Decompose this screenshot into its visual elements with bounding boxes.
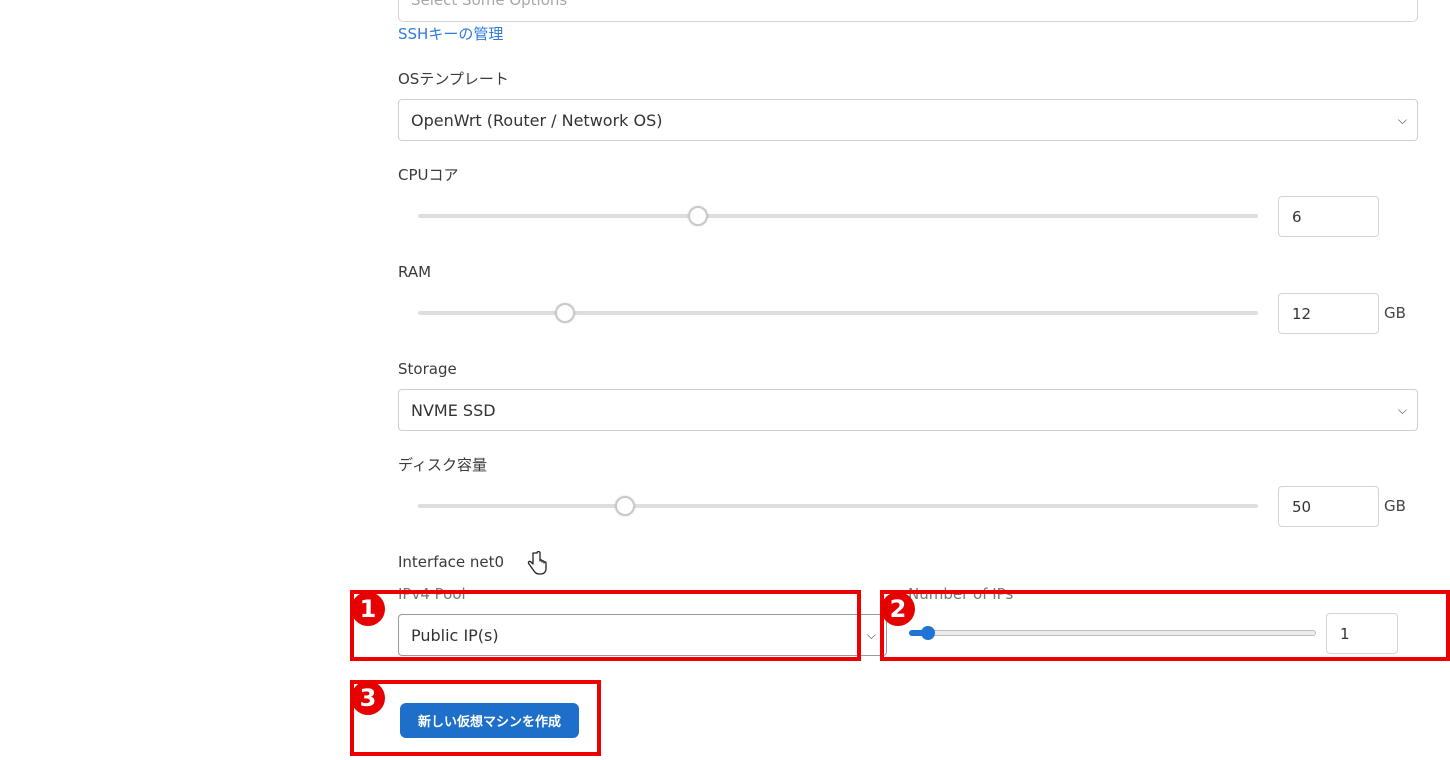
disk-input-value: 50: [1292, 497, 1312, 516]
annotation-badge-3: 3: [351, 681, 385, 715]
ssh-key-placeholder: Select Some Options: [411, 0, 568, 9]
ram-slider-track[interactable]: [418, 311, 1258, 315]
annotation-box-1: [350, 590, 861, 661]
os-template-value: OpenWrt (Router / Network OS): [411, 110, 663, 130]
ram-input-value: 12: [1292, 304, 1312, 323]
hand-cursor-icon: [527, 551, 547, 575]
ssh-key-multiselect[interactable]: Select Some Options: [398, 0, 1418, 22]
chevron-down-icon: ⌵: [1397, 112, 1407, 127]
storage-label: Storage: [398, 360, 457, 378]
disk-unit: GB: [1384, 497, 1406, 515]
interface-label: Interface net0: [398, 553, 505, 571]
cpu-input-value: 6: [1292, 207, 1302, 226]
disk-slider-thumb[interactable]: [615, 496, 635, 516]
ram-unit: GB: [1384, 304, 1406, 322]
os-template-label: OSテンプレート: [398, 70, 509, 88]
disk-input[interactable]: 50: [1278, 486, 1379, 527]
disk-label: ディスク容量: [398, 456, 487, 474]
chevron-down-icon: ⌵: [866, 627, 876, 642]
ram-slider-thumb[interactable]: [555, 303, 575, 323]
storage-select[interactable]: NVME SSD ⌵: [398, 389, 1418, 431]
annotation-box-3: [350, 680, 601, 756]
ram-label: RAM: [398, 263, 432, 281]
cpu-label: CPUコア: [398, 166, 459, 184]
storage-value: NVME SSD: [411, 400, 496, 420]
annotation-badge-1: 1: [351, 592, 385, 626]
ram-input[interactable]: 12: [1278, 293, 1379, 334]
cpu-input[interactable]: 6: [1278, 196, 1379, 237]
cpu-slider-thumb[interactable]: [688, 206, 708, 226]
annotation-box-2: [880, 590, 1450, 661]
chevron-down-icon: ⌵: [1397, 402, 1407, 417]
annotation-badge-2: 2: [881, 592, 915, 626]
cpu-slider-track[interactable]: [418, 214, 1258, 218]
ssh-key-manage-link[interactable]: SSHキーの管理: [398, 24, 503, 44]
os-template-select[interactable]: OpenWrt (Router / Network OS) ⌵: [398, 99, 1418, 141]
disk-slider-track[interactable]: [418, 504, 1258, 508]
